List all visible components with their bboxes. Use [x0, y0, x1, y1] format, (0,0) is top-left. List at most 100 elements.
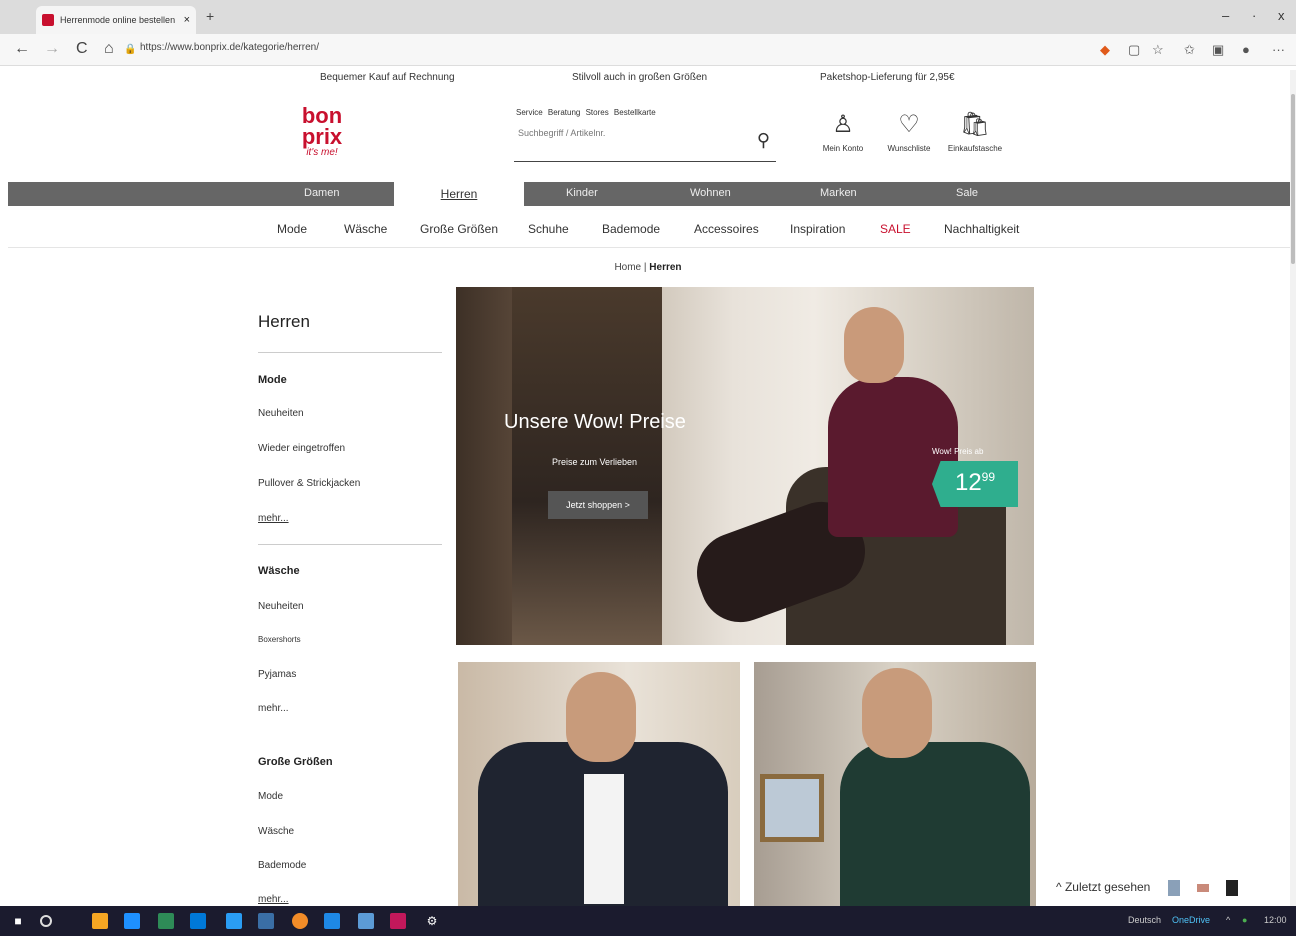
search-icon[interactable]: ⚲ [757, 130, 770, 151]
url-field[interactable]: https://www.bonprix.de/kategorie/herren/ [140, 42, 319, 53]
sidebar-more-link[interactable]: mehr... [258, 703, 289, 714]
browser-tab[interactable]: Herrenmode online bestellen | b × [36, 6, 196, 34]
recent-item-thumb[interactable] [1226, 880, 1239, 896]
tab-close-icon[interactable]: × [184, 14, 190, 26]
logo-line-2: prix [301, 123, 343, 149]
subnav-schuhe[interactable]: Schuhe [528, 222, 569, 236]
page-scrollbar[interactable] [1290, 70, 1296, 906]
nav-item-herren[interactable]: Herren [394, 182, 524, 206]
window-close-button[interactable]: x [1278, 8, 1285, 23]
sidebar-item[interactable]: Neuheiten [258, 601, 304, 612]
teaser-tile-jacket[interactable] [458, 662, 740, 906]
wishlist-link[interactable]: ♡ Wunschliste [874, 110, 944, 153]
recent-item-thumb[interactable] [1197, 884, 1210, 892]
promo-invoice[interactable]: Bequemer Kauf auf Rechnung [320, 72, 455, 83]
sidebar-item[interactable]: Pyjamas [258, 669, 296, 680]
service-links[interactable]: Service Beratung Stores Bestellkarte [516, 108, 656, 117]
extension-icon[interactable]: ◆ [1100, 42, 1110, 58]
sidebar-divider [258, 544, 442, 545]
tray-language[interactable]: Deutsch [1128, 915, 1161, 925]
sidebar-item[interactable]: Pullover & Strickjacken [258, 478, 360, 489]
sidebar-item[interactable]: Boxershorts [258, 635, 301, 644]
os-taskbar: ■ ⚙ Deutsch OneDrive ^ ● 12:00 [0, 906, 1296, 936]
sidebar-item[interactable]: Wieder eingetroffen [258, 443, 345, 454]
subnav-nachhaltigkeit[interactable]: Nachhaltigkeit [944, 222, 1019, 236]
profile-icon[interactable]: ● [1242, 42, 1250, 57]
hero-headline: Unsere Wow! Preise [504, 411, 686, 433]
account-link[interactable]: ♙ Mein Konto [808, 110, 878, 153]
favorites-icon[interactable]: ✩ [1184, 42, 1195, 58]
main-category-nav: Damen Herren Kinder Wohnen Marken Sale [8, 182, 1290, 206]
sidebar-section-grosse-groessen[interactable]: Große Größen [258, 756, 333, 768]
minimize-button[interactable]: – [1222, 8, 1229, 23]
search-circle-icon[interactable] [40, 915, 52, 927]
subnav-inspiration[interactable]: Inspiration [790, 222, 845, 236]
sidebar-item[interactable]: Bademode [258, 860, 306, 871]
new-tab-button[interactable]: + [206, 8, 214, 24]
sidebar-more-link[interactable]: mehr... [258, 894, 289, 905]
hero-shop-button[interactable]: Jetzt shoppen > [548, 491, 648, 519]
nav-item-sale[interactable]: Sale [956, 187, 978, 199]
nav-item-marken[interactable]: Marken [820, 187, 857, 199]
sidebar-item[interactable]: Wäsche [258, 826, 294, 837]
chrome-icon[interactable] [292, 913, 308, 929]
breadcrumb-home[interactable]: Home [614, 262, 641, 273]
collections-icon[interactable]: ▣ [1212, 42, 1224, 58]
account-label: Mein Konto [822, 144, 864, 153]
recently-viewed-toggle[interactable]: ^ Zuletzt gesehen [1056, 880, 1239, 896]
promo-parcel-shop[interactable]: Paketshop-Lieferung für 2,95€ [820, 72, 955, 83]
subnav-waesche[interactable]: Wäsche [344, 222, 387, 236]
lock-icon: 🔒 [124, 44, 137, 55]
tab-title: Herrenmode online bestellen | b [60, 15, 178, 25]
search-input[interactable]: Suchbegriff / Artikelnr. ⚲ [514, 122, 776, 162]
app-icon[interactable] [358, 913, 374, 929]
app-icon[interactable] [390, 913, 406, 929]
teaser-tile-shirt[interactable] [754, 662, 1036, 906]
scrollbar-thumb[interactable] [1291, 94, 1295, 264]
sidebar-item[interactable]: Mode [258, 791, 283, 802]
tray-chevron-up-icon[interactable]: ^ [1226, 915, 1230, 925]
nav-item-kinder[interactable]: Kinder [566, 187, 598, 199]
subnav-accessoires[interactable]: Accessoires [694, 222, 759, 236]
subnav-grosse-groessen[interactable]: Große Größen [420, 222, 498, 236]
app-icon[interactable] [190, 913, 206, 929]
sidebar-more-link[interactable]: mehr... [258, 513, 289, 524]
home-button[interactable]: ⌂ [104, 40, 114, 58]
more-menu-button[interactable]: ··· [1272, 42, 1285, 57]
subnav-bademode[interactable]: Bademode [602, 222, 660, 236]
app-icon[interactable] [124, 913, 140, 929]
sidebar-section-waesche[interactable]: Wäsche [258, 565, 300, 577]
settings-gear-icon[interactable]: ⚙ [424, 913, 440, 929]
bonprix-logo[interactable]: bon prix it's me! [292, 105, 352, 157]
maximize-button[interactable]: · [1252, 8, 1256, 23]
app-icon[interactable] [158, 913, 174, 929]
sidebar-title: Herren [258, 312, 310, 331]
reading-view-icon[interactable]: ▢ [1128, 42, 1140, 58]
bookmark-icon[interactable]: ☆ [1152, 42, 1164, 58]
file-explorer-icon[interactable] [92, 913, 108, 929]
tray-clock[interactable]: 12:00 [1264, 915, 1287, 925]
forward-button[interactable]: → [44, 40, 60, 58]
app-icon[interactable] [258, 913, 274, 929]
subnav-mode[interactable]: Mode [277, 222, 307, 236]
back-button[interactable]: ← [14, 40, 30, 58]
recent-item-thumb[interactable] [1167, 880, 1180, 896]
promo-large-sizes[interactable]: Stilvoll auch in großen Größen [572, 72, 707, 83]
address-bar-row: ← → C ⌂ 🔒 https://www.bonprix.de/kategor… [0, 34, 1296, 66]
windows-start-icon[interactable]: ■ [10, 913, 26, 929]
sidebar-section-mode[interactable]: Mode [258, 374, 287, 386]
tray-onedrive[interactable]: OneDrive [1172, 915, 1210, 925]
price-cents: 99 [981, 470, 996, 484]
hero-banner[interactable]: Unsere Wow! Preise Preise zum Verlieben … [456, 287, 1034, 645]
reload-button[interactable]: C [76, 40, 88, 58]
sidebar-item[interactable]: Neuheiten [258, 408, 304, 419]
subnav-sale[interactable]: SALE [880, 222, 911, 236]
nav-item-wohnen[interactable]: Wohnen [690, 187, 731, 199]
browser-tab-bar: Herrenmode online bestellen | b × + – · … [0, 0, 1296, 34]
cart-link[interactable]: 🛍 Einkaufstasche [940, 110, 1010, 153]
breadcrumb-current: Herren [649, 262, 682, 273]
app-icon[interactable] [324, 913, 340, 929]
tray-shield-icon[interactable]: ● [1242, 915, 1247, 925]
edge-browser-icon[interactable] [226, 913, 242, 929]
nav-item-damen[interactable]: Damen [304, 187, 339, 199]
